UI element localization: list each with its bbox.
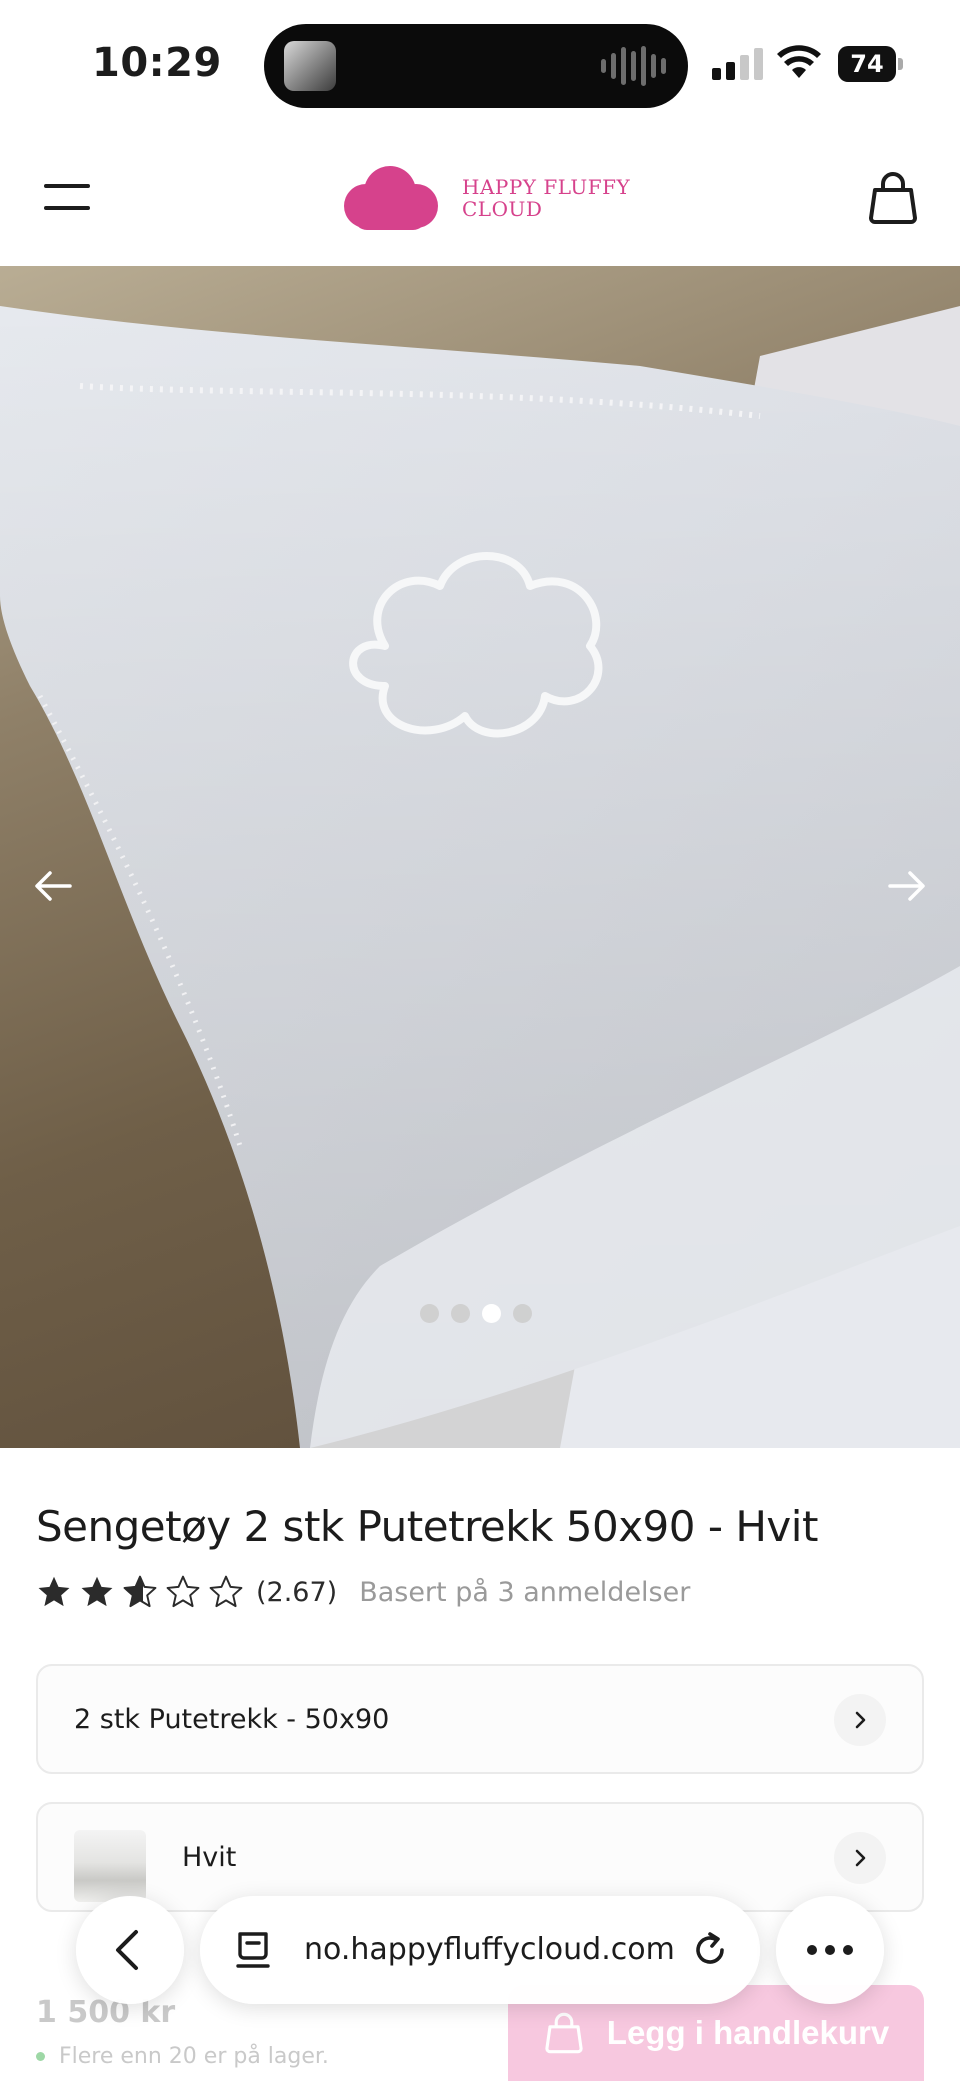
- slide-dot[interactable]: [513, 1304, 532, 1323]
- browser-toolbar: no.happyfluffycloud.com: [0, 1896, 960, 2008]
- product-photo: [0, 306, 960, 1448]
- star-empty-icon: [209, 1575, 243, 1608]
- star-filled-icon: [81, 1576, 113, 1607]
- battery-level: 74: [838, 46, 896, 82]
- color-option-label: Hvit: [182, 1842, 237, 1873]
- slide-dot[interactable]: [420, 1304, 439, 1323]
- star-half-icon: [123, 1575, 157, 1608]
- shopping-bag-icon[interactable]: [866, 170, 920, 226]
- browser-more-button[interactable]: [776, 1896, 884, 2004]
- previous-image-arrow-icon[interactable]: [30, 862, 78, 910]
- star-rating: [36, 1574, 244, 1610]
- next-image-arrow-icon[interactable]: [882, 862, 930, 910]
- slide-dot[interactable]: [451, 1304, 470, 1323]
- product-image-gallery[interactable]: [0, 266, 960, 1448]
- in-stock-dot-icon: [36, 2052, 45, 2061]
- chevron-right-icon: [834, 1832, 886, 1884]
- reload-icon[interactable]: [690, 1930, 730, 1970]
- wifi-icon: [777, 45, 821, 78]
- status-bar: 10:29 74: [0, 0, 960, 130]
- site-header: HAPPY FLUFFY CLOUD: [0, 130, 960, 266]
- reader-tabs-icon[interactable]: [234, 1930, 272, 1970]
- star-filled-icon: [38, 1576, 70, 1607]
- add-to-cart-label: Legg i handlekurv: [606, 2014, 890, 2051]
- battery-icon: 74: [838, 46, 903, 82]
- slide-dot-active[interactable]: [482, 1304, 501, 1323]
- cloud-logo-icon: [344, 166, 438, 230]
- dynamic-island[interactable]: [264, 24, 688, 108]
- brand-logo[interactable]: HAPPY FLUFFY CLOUD: [336, 156, 636, 240]
- cellular-signal-icon: [712, 48, 763, 80]
- more-dots-icon: [807, 1945, 853, 1955]
- stock-status: Flere enn 20 er på lager.: [36, 2044, 329, 2069]
- product-title: Sengetøy 2 stk Putetrekk 50x90 - Hvit: [36, 1502, 818, 1551]
- rating-value: (2.67): [256, 1576, 338, 1608]
- shopping-bag-icon: [545, 2012, 583, 2054]
- logo-text: HAPPY FLUFFY CLOUD: [462, 175, 631, 221]
- star-empty-icon: [166, 1575, 200, 1608]
- address-bar[interactable]: no.happyfluffycloud.com: [200, 1896, 760, 2004]
- size-option-selector[interactable]: 2 stk Putetrekk - 50x90: [36, 1664, 924, 1774]
- review-count[interactable]: Basert på 3 anmeldelser: [359, 1577, 690, 1608]
- chevron-left-icon: [116, 1930, 138, 1970]
- hamburger-menu-icon[interactable]: [44, 180, 90, 214]
- color-swatch-thumbnail: [74, 1830, 146, 1902]
- stock-text: Flere enn 20 er på lager.: [59, 2044, 329, 2069]
- browser-back-button[interactable]: [76, 1896, 184, 2004]
- slide-indicator: [420, 1304, 532, 1323]
- chevron-right-icon: [834, 1694, 886, 1746]
- audio-waveform-icon: [601, 46, 666, 86]
- product-rating[interactable]: (2.67) Basert på 3 anmeldelser: [36, 1572, 690, 1612]
- now-playing-thumbnail: [284, 41, 336, 91]
- url-text: no.happyfluffycloud.com: [304, 1932, 675, 1967]
- status-time: 10:29: [92, 40, 222, 86]
- size-option-label: 2 stk Putetrekk - 50x90: [74, 1704, 390, 1735]
